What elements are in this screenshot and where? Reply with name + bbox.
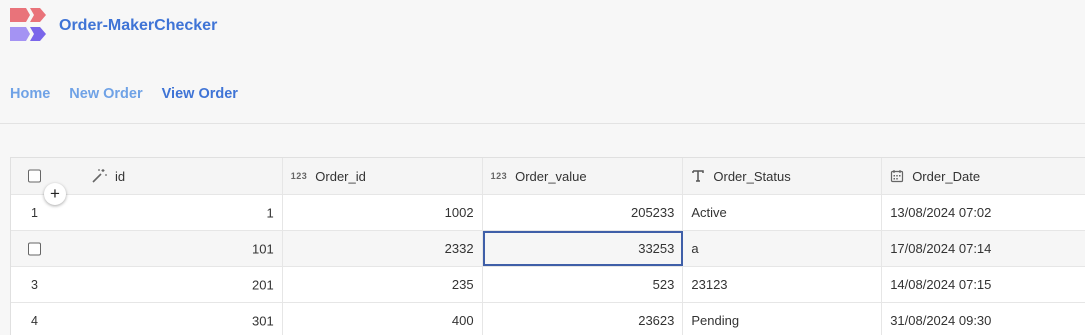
column-header-order-value[interactable]: 123 Order_value (483, 158, 684, 194)
column-label: Order_value (515, 168, 587, 184)
number-type-icon: 123 (490, 171, 508, 181)
cell-order-status[interactable]: Pending (683, 303, 883, 335)
add-row-button[interactable]: + (44, 183, 66, 205)
cell-order-date[interactable]: 14/08/2024 07:15 (882, 267, 1085, 302)
table-row[interactable]: 4 301 400 23623 Pending 31/08/2024 09:30 (11, 303, 1085, 335)
table-row[interactable]: 101 2332 33253 a 17/08/2024 07:14 (11, 231, 1085, 267)
row-select-checkbox[interactable] (28, 242, 41, 255)
id-value: 101 (252, 241, 274, 256)
cell-order-status[interactable]: Active (683, 195, 883, 230)
id-value: 1 (266, 205, 274, 220)
cell-order-value[interactable]: 205233 (483, 195, 684, 230)
nav-item-new-order[interactable]: New Order (69, 86, 142, 102)
column-header-order-status[interactable]: Order_Status (683, 158, 883, 194)
app-header: Order-MakerChecker Home New Order View O… (0, 0, 1085, 124)
column-label: Order_Status (713, 168, 791, 184)
cell-order-date[interactable]: 13/08/2024 07:02 (882, 195, 1085, 230)
app-logo-icon (10, 8, 46, 41)
cell-order-date[interactable]: 17/08/2024 07:14 (882, 231, 1085, 266)
select-all-checkbox[interactable] (28, 169, 41, 183)
column-label: Order_id (315, 168, 366, 184)
cell-order-value[interactable]: 523 (483, 267, 684, 302)
nav-item-view-order[interactable]: View Order (162, 86, 238, 102)
cell-order-value[interactable]: 23623 (483, 303, 684, 335)
cell-order-id[interactable]: 2332 (283, 231, 483, 266)
cell-order-id[interactable]: 1002 (283, 195, 483, 230)
table-header-row: id 123 Order_id 123 Order_value Order_St… (11, 158, 1085, 195)
nav-item-home[interactable]: Home (10, 86, 50, 102)
column-label: id (115, 168, 126, 184)
table-row[interactable]: 3 201 235 523 23123 14/08/2024 07:15 (11, 267, 1085, 303)
calendar-icon (891, 170, 904, 183)
id-value: 201 (252, 277, 274, 292)
magic-wand-icon (92, 169, 107, 183)
cell-id[interactable]: 3 201 (11, 267, 283, 302)
number-type-icon: 123 (290, 171, 308, 181)
cell-id[interactable]: 101 (11, 231, 283, 266)
cell-order-status[interactable]: a (683, 231, 883, 266)
column-label: Order_Date (912, 168, 981, 184)
cell-order-id[interactable]: 235 (283, 267, 483, 302)
orders-table: id 123 Order_id 123 Order_value Order_St… (10, 157, 1085, 335)
cell-order-value-selected[interactable]: 33253 (482, 231, 684, 266)
top-nav: Home New Order View Order (10, 86, 257, 102)
table-row[interactable]: 1 1 1002 205233 Active 13/08/2024 07:02 (11, 195, 1085, 231)
row-number: 1 (31, 205, 38, 220)
text-type-icon (692, 170, 705, 182)
cell-id[interactable]: 4 301 (11, 303, 283, 335)
column-header-order-id[interactable]: 123 Order_id (283, 158, 483, 194)
cell-order-id[interactable]: 400 (283, 303, 483, 335)
id-value: 301 (252, 313, 274, 328)
cell-order-status[interactable]: 23123 (683, 267, 883, 302)
app-title: Order-MakerChecker (59, 17, 218, 34)
row-number: 3 (31, 277, 38, 292)
row-number: 4 (31, 313, 38, 328)
column-header-order-date[interactable]: Order_Date (882, 158, 1085, 194)
cell-order-date[interactable]: 31/08/2024 09:30 (882, 303, 1085, 335)
